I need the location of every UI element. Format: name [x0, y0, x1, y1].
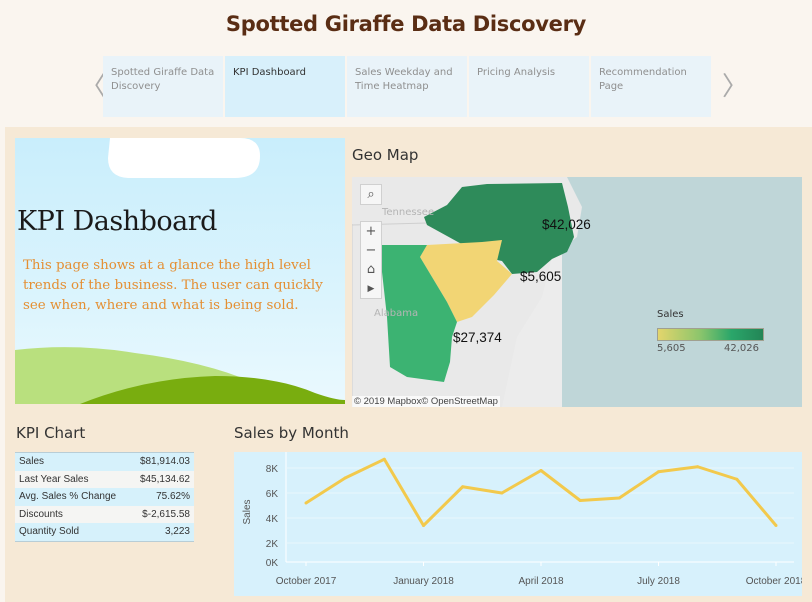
- kpi-value: 75.62%: [156, 491, 190, 503]
- hero-description: This page shows at a glance the high lev…: [23, 258, 323, 313]
- data-point: [617, 496, 621, 500]
- region-label-north-carolina: $42,026: [542, 217, 591, 232]
- geo-map-title: Geo Map: [352, 146, 419, 164]
- nav-next-button[interactable]: 〉: [722, 72, 748, 102]
- legend-color-ramp: [657, 328, 764, 341]
- kpi-value: $45,134.62: [139, 473, 190, 485]
- data-point: [343, 476, 347, 480]
- home-icon: ⌂: [366, 262, 376, 277]
- kpi-label: Last Year Sales: [19, 473, 89, 485]
- geo-map[interactable]: Tennessee Alabama $42,026 $5,605 $27,374…: [352, 177, 802, 407]
- data-point: [461, 485, 465, 489]
- tab-recommendation-page[interactable]: Recommendation Page: [591, 56, 711, 117]
- data-point: [304, 501, 308, 505]
- data-point: [578, 499, 582, 502]
- tab-kpi-dashboard[interactable]: KPI Dashboard: [225, 56, 345, 117]
- pan-mode-button[interactable]: ▶: [361, 279, 381, 298]
- data-point: [774, 524, 778, 527]
- tab-sales-weekday-heatmap[interactable]: Sales Weekday and Time Heatmap: [347, 56, 467, 117]
- region-label-south-carolina: $5,605: [520, 269, 562, 284]
- sales-by-month-title: Sales by Month: [234, 424, 349, 442]
- kpi-table: Sales $81,914.03 Last Year Sales $45,134.6…: [15, 452, 194, 542]
- data-point: [500, 491, 504, 495]
- search-icon: ⌕: [367, 187, 375, 202]
- data-point: [382, 457, 386, 461]
- x-tick-label: January 2018: [393, 576, 454, 587]
- home-button[interactable]: ⌂: [361, 260, 381, 279]
- tab-spotted-giraffe-data-discovery[interactable]: Spotted Giraffe Data Discovery: [103, 56, 223, 117]
- map-search-button[interactable]: ⌕: [361, 185, 381, 204]
- kpi-value: $-2,615.58: [142, 508, 190, 520]
- region-label-georgia: $27,374: [453, 330, 502, 345]
- legend-max: 42,026: [724, 343, 759, 354]
- zoom-in-button[interactable]: +: [361, 222, 381, 241]
- hero-banner: KPI Dashboard This page shows at a glanc…: [15, 138, 345, 404]
- minus-icon: −: [365, 243, 377, 258]
- y-tick-label: 2K: [266, 539, 279, 550]
- y-tick-label: 4K: [266, 514, 279, 525]
- map-zoom-controls: + − ⌂ ▶: [360, 221, 382, 299]
- kpi-value: $81,914.03: [139, 456, 190, 468]
- line-chart-svg: 0K 2K 4K 6K 8K Sales October 2017 January 2018 A…: [242, 452, 807, 587]
- table-row: Quantity Sold 3,223: [15, 523, 194, 541]
- table-row: Last Year Sales $45,134.62: [15, 470, 194, 488]
- cloud-shape: [108, 138, 260, 178]
- place-label-alabama: Alabama: [374, 308, 419, 319]
- table-row: Discounts $-2,615.58: [15, 505, 194, 523]
- y-axis-label: Sales: [242, 499, 253, 524]
- dashboard-title: Spotted Giraffe Data Discovery: [225, 12, 587, 36]
- kpi-label: Quantity Sold: [19, 526, 80, 538]
- map-attribution[interactable]: © 2019 Mapbox© OpenStreetMap: [352, 396, 500, 407]
- hero-title: KPI Dashboard: [17, 206, 217, 237]
- legend-min: 5,605: [657, 343, 686, 354]
- data-point: [422, 524, 425, 527]
- plus-icon: +: [365, 224, 377, 239]
- play-icon: ▶: [367, 283, 375, 294]
- data-point: [539, 469, 543, 472]
- data-point: [735, 477, 739, 481]
- x-tick-label: April 2018: [518, 576, 563, 587]
- story-navigator: Spotted Giraffe Data Discovery KPI Dashb…: [103, 56, 711, 117]
- table-row: Sales $81,914.03: [15, 452, 194, 471]
- zoom-out-button[interactable]: −: [361, 241, 381, 260]
- y-tick-label: 6K: [266, 489, 279, 500]
- y-tick-label: 8K: [266, 464, 279, 475]
- x-tick-label: July 2018: [637, 576, 680, 587]
- kpi-value: 3,223: [164, 526, 190, 538]
- place-label-tennessee: Tennessee: [382, 207, 435, 218]
- table-row: Avg. Sales % Change 75.62%: [15, 488, 194, 506]
- data-point: [657, 470, 660, 474]
- kpi-label: Avg. Sales % Change: [19, 491, 117, 503]
- sales-by-month-chart[interactable]: 0K 2K 4K 6K 8K Sales October 2017 January 2018 A…: [234, 452, 807, 596]
- x-tick-label: October 2018: [746, 576, 802, 587]
- kpi-label: Discounts: [19, 508, 63, 520]
- legend-title: Sales: [657, 309, 684, 320]
- tab-pricing-analysis[interactable]: Pricing Analysis: [469, 56, 589, 117]
- data-point: [696, 465, 700, 469]
- x-tick-label: October 2017: [276, 576, 337, 587]
- kpi-label: Sales: [19, 456, 45, 468]
- y-tick-label: 0K: [266, 558, 279, 569]
- kpi-chart-title: KPI Chart: [16, 424, 86, 442]
- chevron-right-icon: 〉: [722, 72, 749, 102]
- map-search-control: ⌕: [360, 184, 382, 205]
